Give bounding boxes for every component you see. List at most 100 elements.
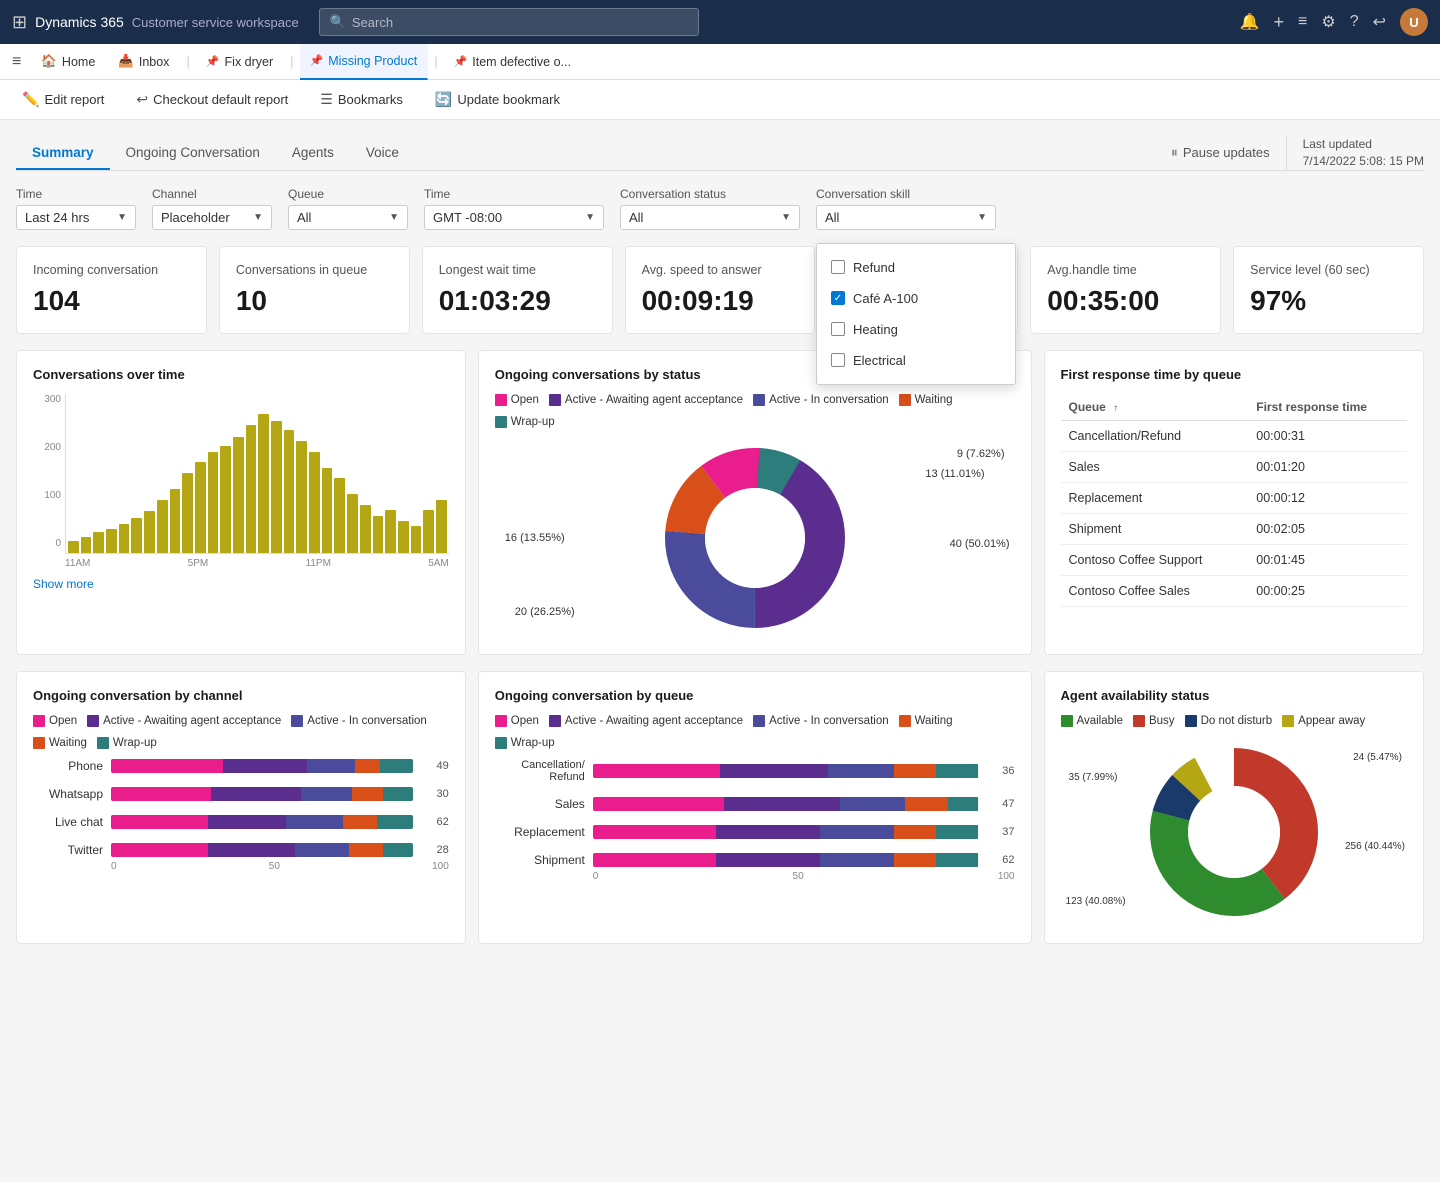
ongoing-by-status-card: Ongoing conversations by status Open Act… xyxy=(478,350,1032,655)
filter-time: Time Last 24 hrs ▼ xyxy=(16,187,136,230)
checkout-default-report-button[interactable]: ↩ Checkout default report xyxy=(130,87,294,112)
table-row: Contoso Coffee Support 00:01:45 xyxy=(1061,544,1407,575)
pin-icon-3: 📌 xyxy=(454,55,468,68)
tab-fix-dryer[interactable]: 📌 Fix dryer xyxy=(196,44,284,80)
edit-report-button[interactable]: ✏️ Edit report xyxy=(16,87,110,112)
queue-x-100: 100 xyxy=(998,871,1015,882)
main-content: Summary Ongoing Conversation Agents Voic… xyxy=(0,120,1440,976)
kpi-handle-value: 00:35:00 xyxy=(1047,285,1204,317)
filter-conv-status-select[interactable]: All ▼ xyxy=(620,205,800,230)
notification-icon[interactable]: 🔔 xyxy=(1240,12,1260,32)
skill-electrical-checkbox[interactable] xyxy=(831,353,845,367)
table-row: Shipment 00:02:05 xyxy=(1061,513,1407,544)
legend-wrapup-dot xyxy=(495,416,507,428)
toolbar: ✏️ Edit report ↩ Checkout default report… xyxy=(0,80,1440,120)
skill-refund-item[interactable]: Refund xyxy=(817,252,1015,283)
phone-seg-active-await xyxy=(223,759,307,773)
help-icon[interactable]: ? xyxy=(1350,13,1359,31)
skill-electrical-item[interactable]: Electrical xyxy=(817,345,1015,376)
cancel-seg-waiting xyxy=(894,764,936,778)
search-input[interactable] xyxy=(352,15,688,30)
legend-open: Open xyxy=(495,394,539,406)
first-response-card: First response time by queue Queue ↑ Fir… xyxy=(1044,350,1424,655)
kpi-service-level: Service level (60 sec) 97% xyxy=(1233,246,1424,334)
table-row: Sales 00:01:20 xyxy=(1061,451,1407,482)
twitter-seg-waiting xyxy=(349,843,382,857)
tab-summary[interactable]: Summary xyxy=(16,137,110,170)
bar-29 xyxy=(423,510,434,553)
skill-heating-item[interactable]: Heating xyxy=(817,314,1015,345)
tab-agents[interactable]: Agents xyxy=(276,137,350,170)
filter-conv-skill-select[interactable]: All ▼ xyxy=(816,205,996,230)
sales-seg-active-in xyxy=(840,797,906,811)
filter-time-select[interactable]: Last 24 hrs ▼ xyxy=(16,205,136,230)
agent-available-dot xyxy=(1061,715,1073,727)
tab-voice[interactable]: Voice xyxy=(350,137,415,170)
feedback-icon[interactable]: ↩ xyxy=(1373,12,1386,32)
bar-26 xyxy=(385,510,396,553)
y-label-300: 300 xyxy=(33,394,61,405)
tab-home[interactable]: 🏠 Home xyxy=(31,44,106,80)
whatsapp-seg-open xyxy=(111,787,211,801)
skill-cafe-checkbox[interactable]: ✓ xyxy=(831,291,845,305)
filter-time2-select[interactable]: GMT -08:00 ▼ xyxy=(424,205,604,230)
update-bookmark-button[interactable]: 🔄 Update bookmark xyxy=(429,87,566,112)
tab-menu-icon[interactable]: ≡ xyxy=(8,49,25,75)
queue-wrapup-label: Wrap-up xyxy=(511,737,555,749)
pause-updates-button[interactable]: ⏸ Pause updates xyxy=(1171,144,1270,161)
shipment-seg-waiting xyxy=(894,853,936,867)
legend-active-awaiting: Active - Awaiting agent acceptance xyxy=(549,394,743,406)
shipment-seg-wrapup xyxy=(936,853,978,867)
filter-channel-select[interactable]: Placeholder ▼ xyxy=(152,205,272,230)
add-icon[interactable]: + xyxy=(1273,12,1284,33)
table-row: Replacement 00:00:12 xyxy=(1061,482,1407,513)
channel-legend-active-await: Active - Awaiting agent acceptance xyxy=(87,715,281,727)
charts-row-2: Ongoing conversation by channel Open Act… xyxy=(16,671,1424,944)
tab-missing-product[interactable]: 📌 Missing Product xyxy=(300,44,429,80)
response-time: 00:00:12 xyxy=(1248,482,1407,513)
filter-queue-value: All xyxy=(297,210,311,225)
filter-icon[interactable]: ≡ xyxy=(1298,13,1307,31)
channel-open-label: Open xyxy=(49,715,77,727)
charts-row-1: Conversations over time 300 200 100 0 xyxy=(16,350,1424,655)
legend-waiting-label: Waiting xyxy=(915,394,953,406)
queue-legend-active-in: Active - In conversation xyxy=(753,715,889,727)
legend-open-dot xyxy=(495,394,507,406)
agent-donut-svg xyxy=(1134,737,1334,927)
agent-label-35: 35 (7.99%) xyxy=(1069,772,1118,783)
legend-wrapup-label: Wrap-up xyxy=(511,416,555,428)
conv-skill-dropdown: Refund ✓ Café A-100 Heating Electrical xyxy=(816,243,1016,385)
tab-inbox[interactable]: 📥 Inbox xyxy=(108,44,180,80)
skill-heating-checkbox[interactable] xyxy=(831,322,845,336)
nav-actions: 🔔 + ≡ ⚙ ? ↩ U xyxy=(1240,8,1428,36)
skill-refund-checkbox[interactable] xyxy=(831,260,845,274)
agent-legend-dnd: Do not disturb xyxy=(1185,715,1273,727)
queue-legend-active-await: Active - Awaiting agent acceptance xyxy=(549,715,743,727)
app-name: Dynamics 365 xyxy=(35,14,124,30)
skill-cafe-item[interactable]: ✓ Café A-100 xyxy=(817,283,1015,314)
avatar[interactable]: U xyxy=(1400,8,1428,36)
show-more-button[interactable]: Show more xyxy=(33,577,94,591)
channel-legend: Open Active - Awaiting agent acceptance … xyxy=(33,715,449,749)
channel-waiting-label: Waiting xyxy=(49,737,87,749)
bookmarks-button[interactable]: ☰ Bookmarks xyxy=(314,87,409,112)
filter-channel-value: Placeholder xyxy=(161,210,230,225)
search-icon: 🔍 xyxy=(330,14,346,30)
tab-ongoing-conversation[interactable]: Ongoing Conversation xyxy=(110,137,276,170)
search-box[interactable]: 🔍 xyxy=(319,8,699,36)
tab-item-defective[interactable]: 📌 Item defective o... xyxy=(444,44,582,80)
settings-icon[interactable]: ⚙ xyxy=(1321,12,1335,32)
app-grid-icon[interactable]: ⊞ xyxy=(12,12,27,33)
queue-name: Sales xyxy=(1061,451,1249,482)
donut-label-9762: 9 (7.62%) xyxy=(957,448,1005,460)
filter-queue-chevron: ▼ xyxy=(389,212,399,223)
filter-queue-select[interactable]: All ▼ xyxy=(288,205,408,230)
legend-active-awaiting-label: Active - Awaiting agent acceptance xyxy=(565,394,743,406)
bar-11 xyxy=(195,462,206,553)
edit-report-label: Edit report xyxy=(44,92,104,107)
col-queue[interactable]: Queue ↑ xyxy=(1061,394,1249,421)
tab-separator-1: | xyxy=(186,54,189,69)
queue-wrapup-dot xyxy=(495,737,507,749)
replacement-seg-waiting xyxy=(894,825,936,839)
first-response-table-scroll[interactable]: Queue ↑ First response time Cancellation… xyxy=(1061,394,1407,607)
